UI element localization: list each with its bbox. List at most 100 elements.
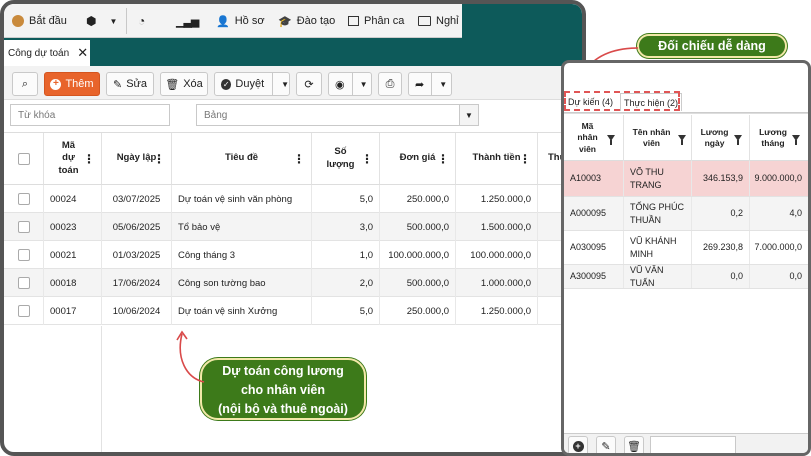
panel-delete-button[interactable]: 🗑	[624, 436, 644, 453]
panel-row[interactable]: A000095 TỐNG PHÚC THUẦN 0,2 4,0	[564, 197, 808, 231]
compare-callout-label: Đối chiếu dễ dàng	[658, 39, 766, 53]
menu-leave[interactable]: Nghỉ	[418, 4, 459, 38]
share-arrow-icon: ➦	[415, 78, 425, 91]
column-menu-icon[interactable]: ⋮	[437, 152, 449, 166]
edit-button[interactable]: ✎ Sửa	[106, 72, 154, 96]
menu-box[interactable]: ⬢ ▼	[86, 4, 117, 38]
column-menu-icon[interactable]: ⋮	[361, 152, 373, 166]
plus-circle-icon: +	[50, 78, 62, 90]
cell-amount: 1.500.000,0	[456, 213, 538, 241]
tab-estimate[interactable]: Công dự toán ✕	[4, 40, 90, 66]
column-header-amount-label: Thành tiền	[472, 152, 521, 164]
printer-icon: ⎙	[385, 77, 395, 90]
panel-edit-button[interactable]: ✎	[596, 436, 616, 453]
cell-title: Dự toán vệ sinh văn phòng	[172, 185, 312, 213]
column-header-price[interactable]: Đơn giá ⋮	[380, 133, 456, 185]
column-menu-icon[interactable]: ⋮	[83, 152, 95, 166]
table-row[interactable]: 00017 10/06/2024 Dự toán vệ sinh Xưởng 5…	[4, 297, 582, 325]
close-icon[interactable]: ✕	[77, 45, 88, 61]
user-icon: 👤	[216, 15, 230, 28]
menu-assign[interactable]: Phân ca	[348, 4, 404, 38]
panel-cell-code: A030095	[564, 231, 624, 264]
column-menu-icon[interactable]: ⋮	[519, 152, 531, 166]
approve-button[interactable]: ✓ Duyệt ▼	[214, 72, 290, 96]
cell-code: 00017	[44, 297, 102, 325]
row-checkbox[interactable]	[17, 305, 30, 317]
menu-start[interactable]: Bắt đầu	[12, 4, 67, 38]
row-checkbox[interactable]	[17, 221, 30, 233]
cell-amount: 100.000.000,0	[456, 241, 538, 269]
panel-cell-daily: 0,0	[692, 265, 750, 288]
tab-estimate-label: Công dự toán	[8, 47, 70, 59]
row-checkbox[interactable]	[17, 249, 30, 261]
menu-training[interactable]: 🎓 Đào tạo	[278, 4, 335, 38]
share-button[interactable]: ➦ ▼	[408, 72, 452, 96]
cell-date: 17/06/2024	[102, 269, 172, 297]
panel-row[interactable]: A030095 VŨ KHÁNH MINH 269.230,8 7.000.00…	[564, 231, 808, 265]
add-button-label: Thêm	[65, 78, 94, 90]
cell-date: 05/06/2025	[102, 213, 172, 241]
column-header-code[interactable]: Mã dự toán ⋮	[44, 133, 102, 185]
column-header-date[interactable]: Ngày lập ⋮	[102, 133, 172, 185]
panel-footer: + ✎ 🗑	[564, 433, 808, 453]
cell-code: 00021	[44, 241, 102, 269]
panel-row[interactable]: A10003 VÕ THU TRANG 346.153,9 9.000.000,…	[564, 161, 808, 197]
panel-header-code[interactable]: Mã nhân viên	[564, 115, 624, 161]
table-row[interactable]: 00018 17/06/2024 Công son tường bao 2,0 …	[4, 269, 582, 297]
menu-reports[interactable]: ▁▃▅	[176, 4, 199, 38]
row-checkbox[interactable]	[17, 277, 30, 289]
cell-qty: 5,0	[312, 297, 380, 325]
panel-header-name[interactable]: Tên nhân viên	[624, 115, 692, 161]
panel-footer-input[interactable]	[650, 436, 736, 453]
filter-icon[interactable]	[733, 135, 742, 145]
column-header-title[interactable]: Tiêu đề ⋮	[172, 133, 312, 185]
tab-bar: Công dự toán ✕	[4, 38, 582, 66]
refresh-icon: ⟳	[304, 78, 314, 91]
menu-bar-fill	[462, 4, 582, 38]
row-checkbox[interactable]	[17, 193, 30, 205]
search-binoculars-button[interactable]: ⌕	[12, 72, 38, 96]
panel-row[interactable]: A300095 VŨ VĂN TUẤN 0,0 0,0	[564, 265, 808, 289]
chevron-down-icon: ▼	[465, 110, 473, 120]
table-row[interactable]: 00023 05/06/2025 Tổ bảo vệ 3,0 500.000,0…	[4, 213, 582, 241]
chevron-down-icon: ▼	[109, 16, 118, 26]
chevron-down-icon: ▼	[359, 79, 368, 89]
menu-profile[interactable]: 👤 Hồ sơ	[216, 4, 265, 38]
select-all-checkbox[interactable]	[17, 152, 30, 165]
panel-cell-code: A300095	[564, 265, 624, 288]
panel-cell-monthly: 0,0	[789, 271, 802, 282]
add-button[interactable]: + Thêm	[44, 72, 100, 96]
panel-cell-daily: 346.153,9	[692, 161, 750, 196]
cell-amount: 1.250.000,0	[456, 185, 538, 213]
panel-add-button[interactable]: +	[568, 436, 588, 453]
filter-icon[interactable]	[606, 135, 615, 145]
column-header-qty[interactable]: Số lượng ⋮	[312, 133, 380, 185]
filter-icon[interactable]	[792, 135, 800, 145]
panel-cell-name: VŨ VĂN TUẤN	[624, 265, 692, 288]
delete-button[interactable]: 🗑 Xóa	[160, 72, 208, 96]
column-menu-icon[interactable]: ⋮	[153, 152, 165, 166]
print-button[interactable]: ⎙	[378, 72, 402, 96]
panel-header-code-label: Mã nhân viên	[577, 121, 598, 154]
panel-header-monthly[interactable]: Lương tháng	[750, 115, 808, 161]
menu-dashboard[interactable]: ◔	[138, 4, 145, 38]
table-select-toggle[interactable]: ▼	[459, 104, 479, 126]
panel-header-daily[interactable]: Lương ngày	[692, 115, 750, 161]
table-select[interactable]: Bảng	[196, 104, 460, 126]
column-header-amount[interactable]: Thành tiền ⋮	[456, 133, 538, 185]
estimate-callout-line1: Dự toán công lương	[222, 364, 344, 378]
filter-icon[interactable]	[677, 135, 686, 145]
cell-qty: 2,0	[312, 269, 380, 297]
estimate-callout-line2: cho nhân viên	[240, 383, 326, 397]
cell-price: 500.000,0	[380, 213, 456, 241]
refresh-button[interactable]: ⟳	[296, 72, 322, 96]
column-menu-icon[interactable]: ⋮	[293, 152, 305, 166]
row-checkbox-cell	[4, 213, 44, 241]
pencil-icon: ✎	[112, 78, 123, 91]
menu-start-label: Bắt đầu	[29, 15, 67, 27]
keyword-placeholder: Từ khóa	[18, 109, 56, 121]
table-row[interactable]: 00024 03/07/2025 Dự toán vệ sinh văn phò…	[4, 185, 582, 213]
keyword-input[interactable]: Từ khóa	[10, 104, 170, 126]
view-button[interactable]: ◉ ▼	[328, 72, 372, 96]
table-row[interactable]: 00021 01/03/2025 Công tháng 3 1,0 100.00…	[4, 241, 582, 269]
